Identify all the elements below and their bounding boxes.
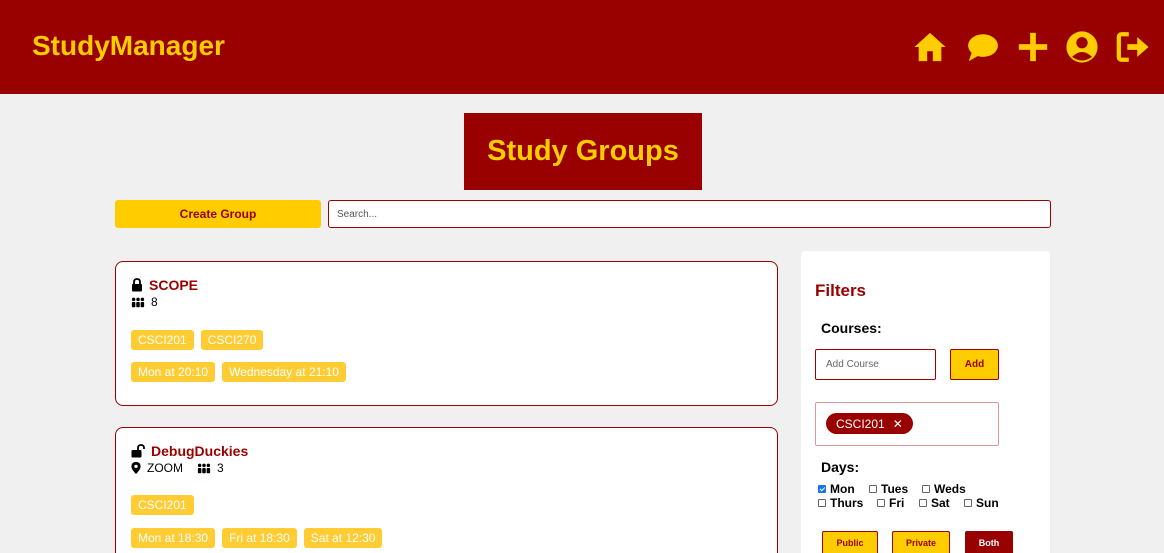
meeting-time-tag[interactable]: Fri at 18:30 (222, 528, 297, 548)
logout-icon[interactable] (1116, 30, 1150, 64)
top-nav-bar: StudyManager (0, 0, 1164, 94)
add-course-input[interactable] (815, 349, 936, 380)
filters-panel: Filters Courses: Add CSCI201 ✕ Days: Mon… (801, 251, 1050, 553)
course-tag[interactable]: CSCI201 (131, 495, 194, 515)
page-title-banner: Study Groups (464, 113, 702, 190)
day-label: Sat (931, 496, 950, 510)
day-label: Fri (889, 496, 905, 510)
meeting-time-tag[interactable]: Mon at 18:30 (131, 528, 216, 548)
group-card-debugduckies[interactable]: DebugDuckies ZOOM 3 CSCI201 Mon at 18:30… (115, 427, 778, 553)
plus-icon[interactable] (1016, 30, 1050, 64)
day-checkbox-sun[interactable]: Sun (964, 496, 999, 510)
days-label: Days: (821, 459, 860, 475)
meeting-time-tag[interactable]: Wednesday at 21:10 (222, 362, 346, 382)
user-icon[interactable] (1065, 30, 1099, 64)
app-brand[interactable]: StudyManager (32, 30, 225, 62)
checkbox[interactable] (964, 499, 972, 507)
private-filter-button[interactable]: Private (892, 531, 950, 553)
page-title: Study Groups (487, 135, 679, 167)
courses-label: Courses: (821, 320, 882, 336)
day-label: Thurs (830, 496, 864, 510)
search-input[interactable] (328, 200, 1051, 228)
course-chip: CSCI201 ✕ (826, 413, 913, 434)
checkbox[interactable] (919, 499, 927, 507)
both-filter-button[interactable]: Both (965, 531, 1013, 553)
add-course-button[interactable]: Add (950, 349, 999, 380)
selected-courses-box: CSCI201 ✕ (815, 402, 999, 446)
location-pin-icon (131, 462, 141, 474)
day-label: Sun (976, 496, 999, 510)
checkbox[interactable] (869, 485, 877, 493)
day-checkbox-mon[interactable]: Mon (818, 482, 855, 496)
checkbox[interactable] (818, 485, 826, 493)
checkbox[interactable] (877, 499, 885, 507)
day-label: Tues (881, 482, 909, 496)
day-checkbox-thurs[interactable]: Thurs (818, 496, 863, 510)
group-location: ZOOM (147, 461, 183, 475)
course-tag[interactable]: CSCI201 (131, 330, 194, 350)
group-card-scope[interactable]: SCOPE 8 CSCI201 CSCI270 Mon at 20:10 Wed… (115, 261, 778, 406)
day-label: Mon (830, 482, 855, 496)
members-icon (197, 462, 211, 474)
chat-icon[interactable] (966, 30, 1000, 64)
home-icon[interactable] (913, 30, 947, 64)
unlock-icon (131, 444, 145, 458)
group-name[interactable]: SCOPE (149, 277, 198, 293)
checkbox[interactable] (922, 485, 930, 493)
filters-title: Filters (815, 281, 867, 300)
public-filter-button[interactable]: Public (822, 531, 878, 553)
remove-chip-icon[interactable]: ✕ (893, 417, 903, 431)
group-name[interactable]: DebugDuckies (151, 443, 248, 459)
day-label: Weds (934, 482, 966, 496)
course-tag[interactable]: CSCI270 (200, 330, 264, 350)
lock-icon (131, 278, 143, 292)
meeting-time-tag[interactable]: Mon at 20:10 (131, 362, 216, 382)
course-chip-label: CSCI201 (836, 416, 885, 431)
day-checkbox-tues[interactable]: Tues (869, 482, 908, 496)
create-group-button[interactable]: Create Group (115, 200, 321, 228)
member-count: 3 (217, 461, 224, 475)
members-icon (131, 296, 145, 308)
day-checkbox-weds[interactable]: Weds (922, 482, 966, 496)
member-count: 8 (151, 295, 158, 309)
meeting-time-tag[interactable]: Sat at 12:30 (303, 528, 383, 548)
day-checkbox-fri[interactable]: Fri (877, 496, 904, 510)
checkbox[interactable] (818, 499, 826, 507)
day-checkbox-sat[interactable]: Sat (919, 496, 950, 510)
